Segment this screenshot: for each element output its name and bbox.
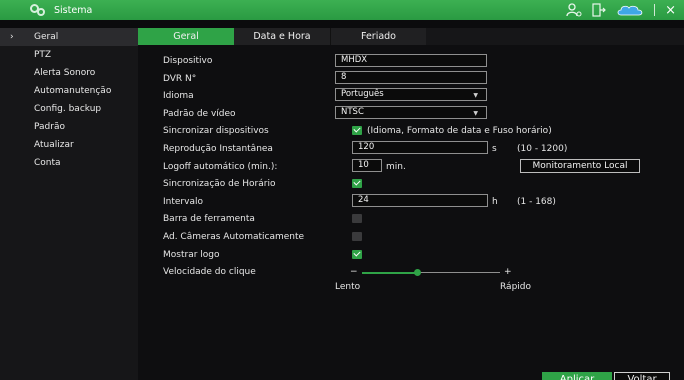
reproducao-input[interactable]: 120 — [352, 141, 488, 154]
close-icon[interactable]: × — [665, 4, 676, 17]
sincronizar-label: Sincronizar dispositivos — [163, 126, 269, 136]
sidebar-item-automanutencao[interactable]: Automanutenção — [0, 82, 138, 100]
intervalo-range: (1 - 168) — [517, 197, 556, 207]
cloud-icon[interactable] — [616, 3, 644, 17]
sidebar-item-padrao[interactable]: Padrão — [0, 118, 138, 136]
back-button[interactable]: Voltar — [614, 372, 670, 380]
sidebar-item-label: Alerta Sonoro — [34, 68, 96, 78]
caret-down-icon: ▼ — [473, 92, 478, 99]
logoff-unit: min. — [386, 162, 406, 172]
sidebar-item-geral[interactable]: › Geral — [0, 28, 138, 46]
sidebar-item-label: PTZ — [34, 50, 52, 60]
intervalo-input[interactable]: 24 — [352, 194, 488, 207]
caret-down-icon: ▼ — [473, 110, 478, 117]
sidebar: › Geral PTZ Alerta Sonoro Automanutenção… — [0, 28, 138, 380]
padrao-video-value: NTSC — [341, 107, 364, 117]
sincronizar-note: (Idioma, Formato de data e Fuso horário) — [367, 126, 552, 136]
topbar-separator — [654, 4, 656, 16]
padrao-video-select[interactable]: NTSC ▼ — [335, 106, 487, 119]
sidebar-item-label: Geral — [34, 32, 59, 42]
barra-ferramenta-checkbox[interactable] — [352, 214, 362, 223]
intervalo-label: Intervalo — [163, 197, 203, 207]
sidebar-item-label: Automanutenção — [34, 86, 112, 96]
apply-button[interactable]: Aplicar — [542, 372, 612, 380]
window-title: Sistema — [54, 4, 93, 16]
ad-cameras-label: Ad. Câmeras Automaticamente — [163, 232, 305, 242]
dvr-no-label: DVR N° — [163, 74, 197, 84]
sidebar-item-atualizar[interactable]: Atualizar — [0, 136, 138, 154]
idioma-value: Português — [341, 89, 384, 99]
mostrar-logo-checkbox[interactable] — [352, 250, 362, 259]
barra-ferramenta-label: Barra de ferramenta — [163, 214, 255, 224]
sidebar-item-alerta-sonoro[interactable]: Alerta Sonoro — [0, 64, 138, 82]
sinc-horario-label: Sincronização de Horário — [163, 179, 276, 189]
idioma-select[interactable]: Português ▼ — [335, 88, 487, 101]
sincronizar-checkbox[interactable] — [352, 126, 362, 135]
slider-minus-icon: − — [350, 267, 358, 277]
padrao-video-label: Padrão de vídeo — [163, 109, 236, 119]
velocidade-max-label: Rápido — [500, 282, 532, 292]
sidebar-item-ptz[interactable]: PTZ — [0, 46, 138, 64]
sidebar-item-label: Conta — [34, 158, 61, 168]
logout-icon[interactable] — [592, 3, 606, 17]
velocidade-slider-handle[interactable] — [414, 269, 421, 276]
idioma-label: Idioma — [163, 91, 194, 101]
sidebar-item-label: Config. backup — [34, 104, 102, 114]
logoff-input[interactable]: 10 — [352, 159, 382, 172]
logoff-label: Logoff automático (min.): — [163, 162, 278, 172]
system-gear-icon — [30, 4, 46, 16]
reproducao-unit: s — [492, 144, 497, 154]
dispositivo-label: Dispositivo — [163, 56, 213, 66]
tab-data-e-hora[interactable]: Data e Hora — [234, 28, 330, 45]
monitoramento-local-button[interactable]: Monitoramento Local — [520, 159, 640, 173]
tab-bar: Geral Data e Hora Feriado — [138, 28, 684, 45]
tab-geral[interactable]: Geral — [138, 28, 234, 45]
chevron-right-icon: › — [10, 32, 14, 42]
ad-cameras-checkbox[interactable] — [352, 232, 362, 241]
topbar-icons: × — [566, 2, 676, 18]
dispositivo-input[interactable]: MHDX — [335, 54, 487, 67]
intervalo-unit: h — [492, 197, 498, 207]
velocidade-min-label: Lento — [335, 282, 361, 292]
sidebar-item-config-backup[interactable]: Config. backup — [0, 100, 138, 118]
tab-feriado[interactable]: Feriado — [330, 28, 426, 45]
user-settings-icon[interactable] — [566, 3, 582, 17]
sidebar-item-label: Padrão — [34, 122, 65, 132]
slider-plus-icon: + — [504, 267, 512, 277]
velocidade-label: Velocidade do clique — [163, 267, 256, 277]
reproducao-range: (10 - 1200) — [517, 144, 568, 154]
title-bar: Sistema × — [0, 0, 684, 20]
dvr-no-input[interactable]: 8 — [335, 71, 487, 84]
sidebar-item-label: Atualizar — [34, 140, 74, 150]
reproducao-label: Reprodução Instantânea — [163, 144, 273, 154]
sinc-horario-checkbox[interactable] — [352, 179, 362, 188]
velocidade-slider-fill — [362, 272, 417, 274]
mostrar-logo-label: Mostrar logo — [163, 250, 220, 260]
sidebar-item-conta[interactable]: Conta — [0, 154, 138, 172]
